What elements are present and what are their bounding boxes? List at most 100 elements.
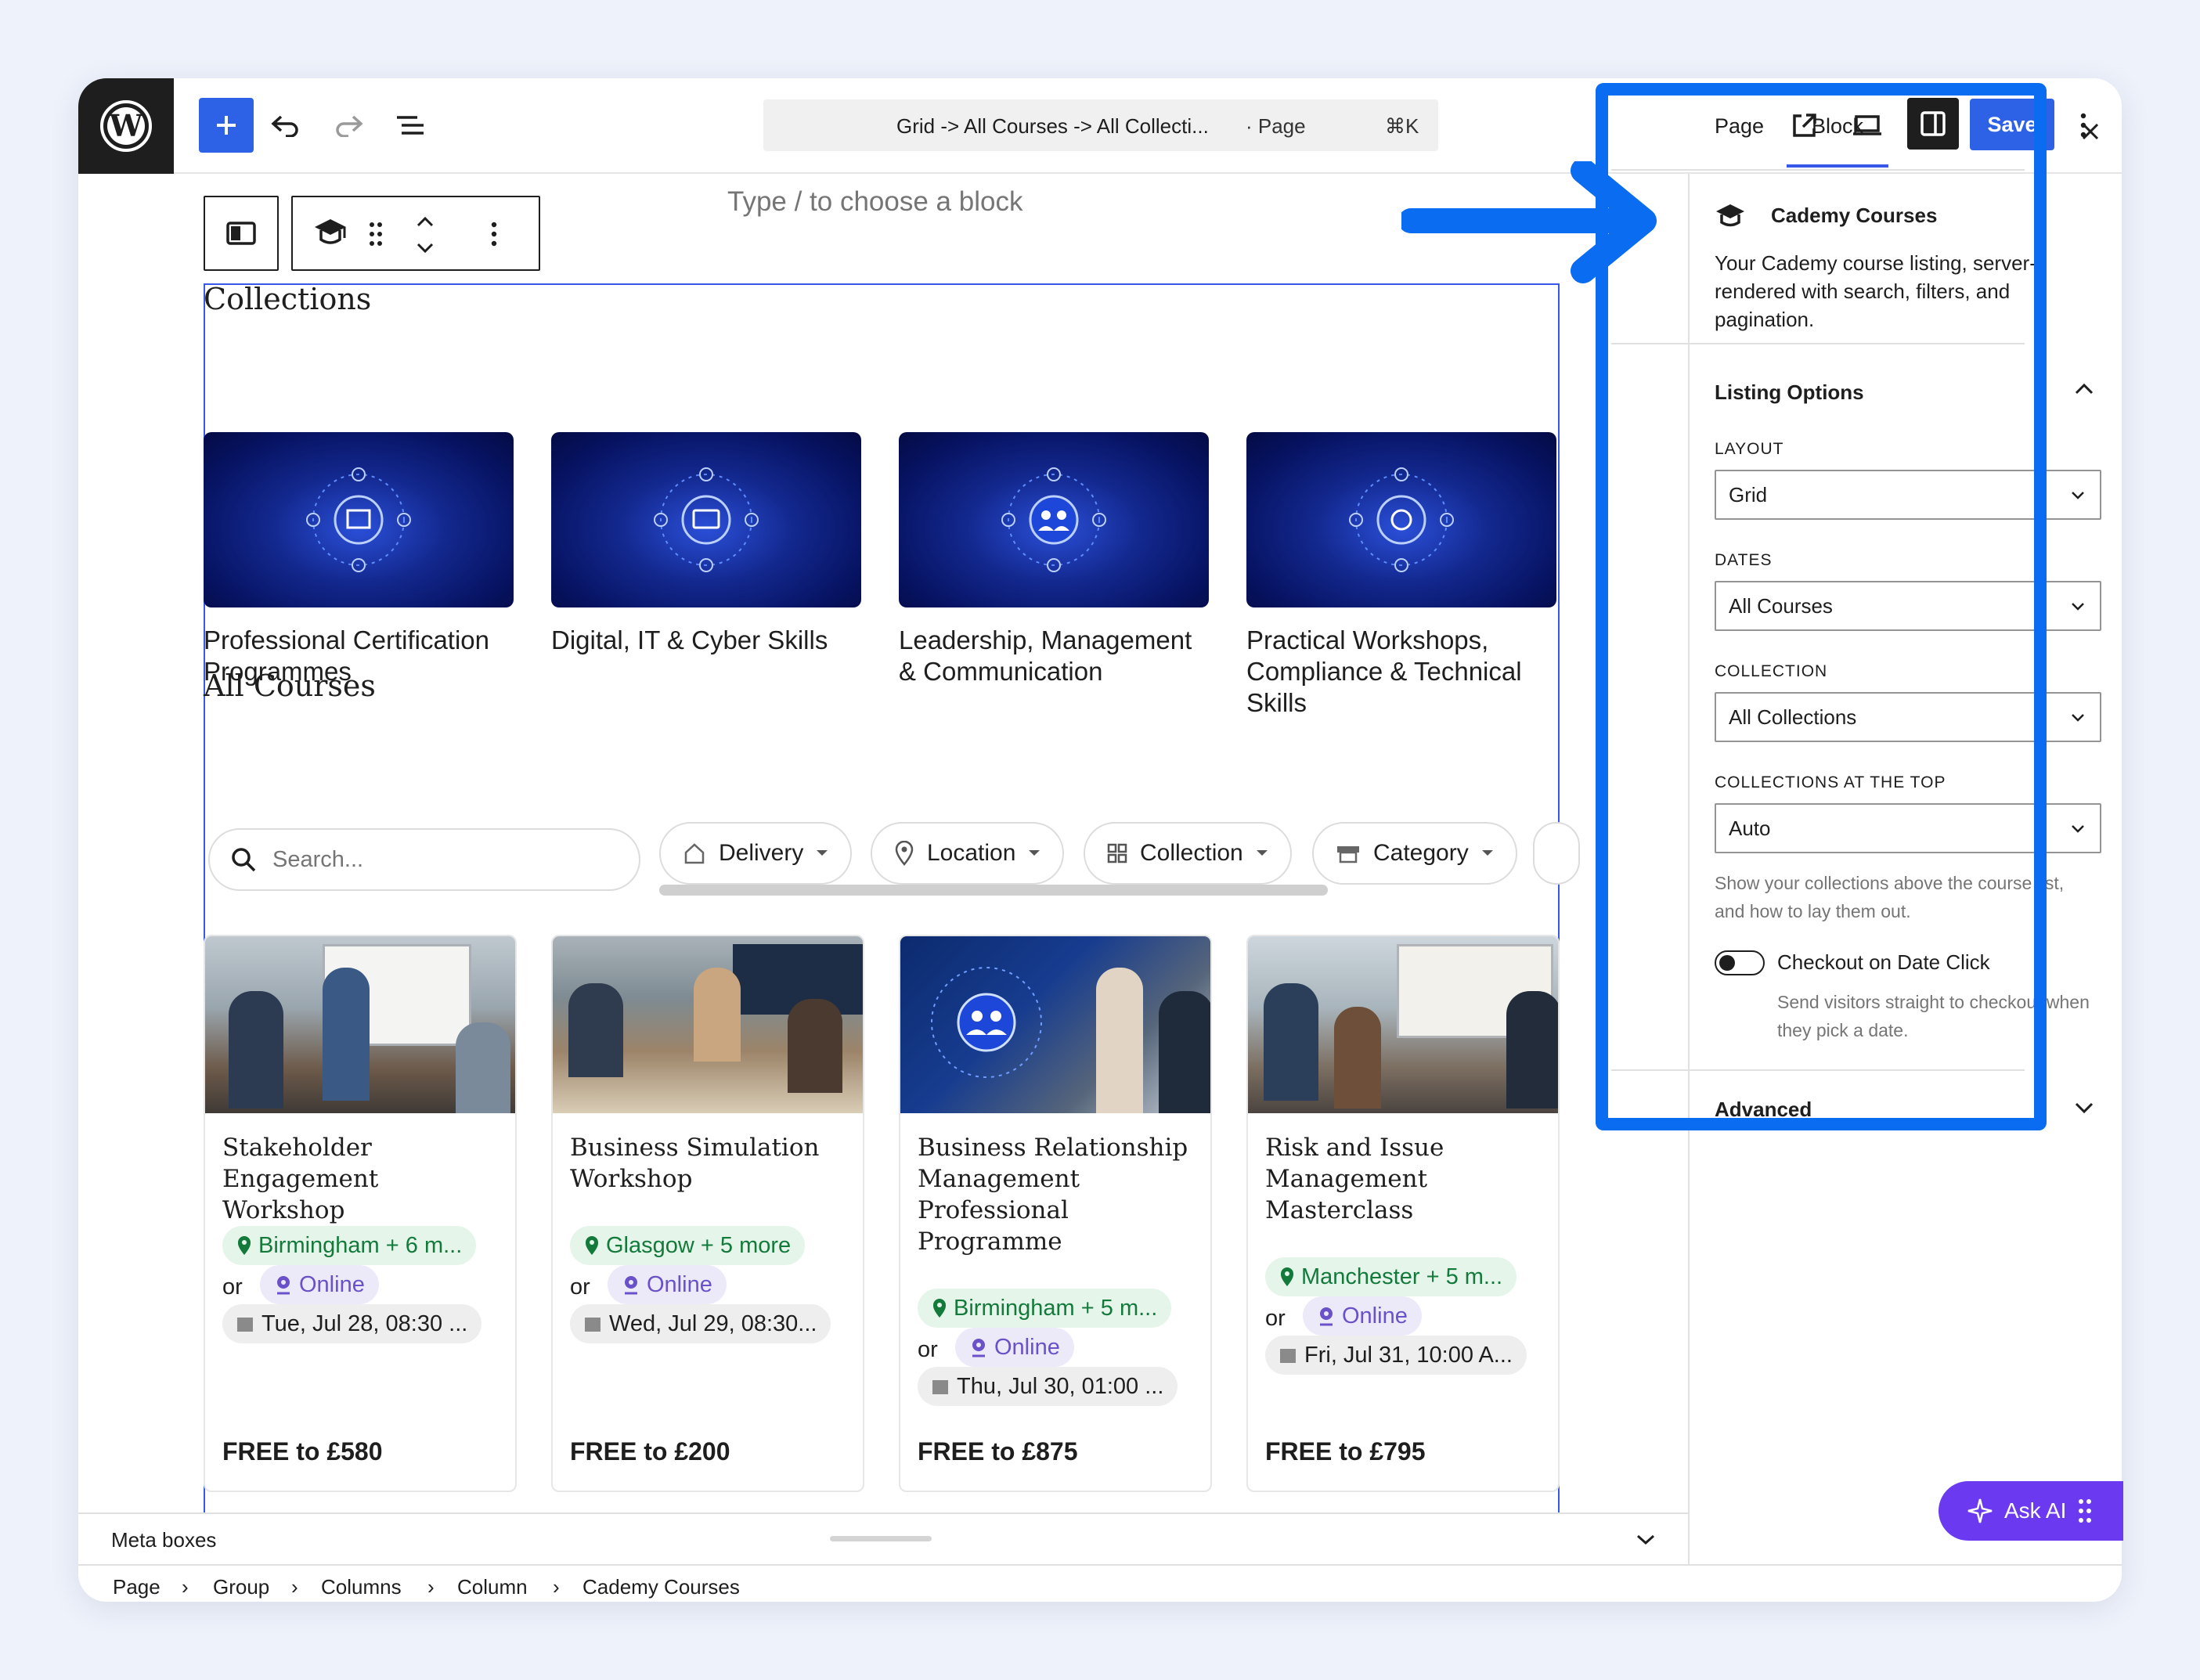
checkout-label: Checkout on Date Click — [1777, 950, 1990, 974]
date-badge: Tue, Jul 28, 08:30 ... — [222, 1304, 482, 1343]
chevron-down-icon — [1256, 850, 1268, 856]
collection-image — [1246, 432, 1556, 607]
price-text: FREE to £795 — [1265, 1437, 1426, 1465]
right-arrow-annotation — [1401, 161, 1657, 283]
meta-boxes-label: Meta boxes — [111, 1528, 217, 1552]
calendar-icon — [585, 1318, 600, 1332]
redo-icon[interactable] — [321, 98, 376, 153]
ask-ai-button[interactable]: Ask AI — [1939, 1481, 2123, 1541]
toggle-knob — [1719, 955, 1735, 971]
course-image — [553, 936, 863, 1113]
date-text: Wed, Jul 29, 08:30... — [609, 1310, 817, 1336]
collection-card[interactable]: Leadership, Management & Communication — [899, 432, 1209, 687]
chevron-down-icon[interactable] — [2075, 1102, 2094, 1115]
or-text: or — [570, 1274, 590, 1300]
move-up-down-icon[interactable] — [413, 215, 437, 259]
grid-icon — [1107, 843, 1127, 863]
advanced-header[interactable]: Advanced — [1715, 1098, 1812, 1122]
filter-delivery[interactable]: Delivery — [659, 822, 853, 885]
date-text: Fri, Jul 31, 10:00 A... — [1304, 1342, 1513, 1368]
search-input[interactable]: Search... — [208, 828, 640, 891]
listing-options-header[interactable]: Listing Options — [1715, 380, 1864, 405]
chevron-down-icon — [2072, 603, 2084, 611]
layout-select[interactable]: Grid — [1715, 470, 2101, 520]
filter-location[interactable]: Location — [871, 822, 1065, 885]
course-card[interactable]: Business Relationship Management Profess… — [899, 935, 1212, 1492]
course-title: Business Simulation Workshop — [570, 1134, 820, 1193]
course-image — [900, 936, 1210, 1113]
chevron-down-icon — [1029, 850, 1040, 856]
drag-handle-icon[interactable] — [2077, 1498, 2093, 1524]
undo-icon[interactable] — [258, 98, 313, 153]
date-badge: Thu, Jul 30, 01:00 ... — [918, 1367, 1178, 1406]
command-bar-type: · Page — [1246, 114, 1306, 138]
course-card[interactable]: Business Simulation Workshop Glasgow + 5… — [551, 935, 864, 1492]
document-overview-icon[interactable] — [384, 98, 438, 153]
filter-category[interactable]: Category — [1312, 822, 1517, 885]
chevron-down-icon — [2072, 825, 2084, 833]
collection-title: Leadership, Management & Communication — [899, 625, 1192, 686]
graduation-cap-icon[interactable] — [313, 215, 348, 253]
resize-handle[interactable] — [830, 1536, 932, 1541]
filter-label: Category — [1373, 840, 1469, 866]
course-card[interactable]: Risk and Issue Management Masterclass Ma… — [1246, 935, 1560, 1492]
map-pin-icon — [895, 841, 914, 866]
wordpress-logo-icon[interactable]: W — [78, 78, 174, 174]
chevron-down-icon — [2072, 492, 2084, 499]
tab-active-indicator — [1787, 164, 1888, 168]
tab-page[interactable]: Page — [1715, 114, 1764, 139]
online-badge: Online — [1303, 1296, 1422, 1336]
settings-sidebar-toggle[interactable] — [1907, 98, 1959, 150]
divider — [1611, 343, 2025, 344]
add-block-button[interactable] — [199, 98, 254, 153]
chevron-down-icon[interactable] — [1636, 1534, 1655, 1545]
online-text: Online — [299, 1271, 365, 1297]
chevron-down-icon — [817, 850, 828, 856]
online-text: Online — [994, 1334, 1060, 1360]
collection-image — [899, 432, 1209, 607]
meta-boxes-panel[interactable]: Meta boxes — [78, 1512, 1688, 1564]
collections-heading: Collections — [204, 282, 372, 316]
collection-select[interactable]: All Collections — [1715, 692, 2101, 742]
date-badge: Fri, Jul 31, 10:00 A... — [1265, 1336, 1527, 1375]
online-text: Online — [647, 1271, 712, 1297]
date-text: Tue, Jul 28, 08:30 ... — [261, 1310, 468, 1336]
price-text: FREE to £200 — [570, 1437, 730, 1465]
tab-block[interactable]: Block — [1812, 114, 1863, 139]
chevron-up-icon[interactable] — [2075, 382, 2094, 395]
course-card[interactable]: Stakeholder Engagement Workshop Birmingh… — [204, 935, 517, 1492]
filter-collection[interactable]: Collection — [1084, 822, 1292, 885]
drag-handle-icon[interactable] — [368, 221, 384, 251]
close-icon[interactable] — [2081, 122, 2100, 141]
block-placeholder[interactable]: Type / to choose a block — [727, 186, 1022, 218]
breadcrumb-item[interactable]: Group — [213, 1575, 269, 1599]
price-text: FREE to £875 — [918, 1437, 1078, 1465]
collections-top-select[interactable]: Auto — [1715, 803, 2101, 853]
graduation-cap-icon — [1716, 204, 1744, 227]
location-text: Birmingham + 5 m... — [954, 1295, 1158, 1321]
breadcrumb-item[interactable]: Cademy Courses — [582, 1575, 740, 1599]
block-description: Your Cademy course listing, server-rende… — [1715, 251, 2036, 331]
block-parent-selector[interactable] — [204, 196, 279, 271]
command-palette-bar[interactable]: Grid -> All Courses -> All Collecti... ·… — [763, 99, 1438, 151]
collection-card[interactable]: Practical Workshops, Compliance & Techni… — [1246, 432, 1556, 719]
dates-select[interactable]: All Courses — [1715, 581, 2101, 631]
online-text: Online — [1342, 1303, 1408, 1328]
date-text: Thu, Jul 30, 01:00 ... — [957, 1373, 1164, 1399]
map-pin-icon — [933, 1299, 946, 1318]
breadcrumb-item[interactable]: Page — [113, 1575, 160, 1599]
checkout-toggle[interactable] — [1715, 950, 1765, 975]
collection-value: All Collections — [1729, 705, 1857, 729]
breadcrumb-item[interactable]: Columns — [321, 1575, 402, 1599]
collection-card[interactable]: Professional Certification Programmes — [204, 432, 514, 687]
filter-label: Location — [927, 840, 1016, 866]
collection-card[interactable]: Digital, IT & Cyber Skills — [551, 432, 861, 656]
breadcrumb-item[interactable]: Column — [457, 1575, 528, 1599]
filter-more[interactable] — [1533, 822, 1580, 885]
save-button[interactable]: Save — [1970, 99, 2054, 150]
filters-scrollbar[interactable] — [659, 885, 1328, 896]
editor-canvas: Type / to choose a block Collections Pro… — [78, 174, 1688, 1514]
block-options-icon[interactable] — [490, 221, 498, 251]
breadcrumb-separator: › — [182, 1575, 189, 1599]
category-icon — [1337, 846, 1359, 863]
